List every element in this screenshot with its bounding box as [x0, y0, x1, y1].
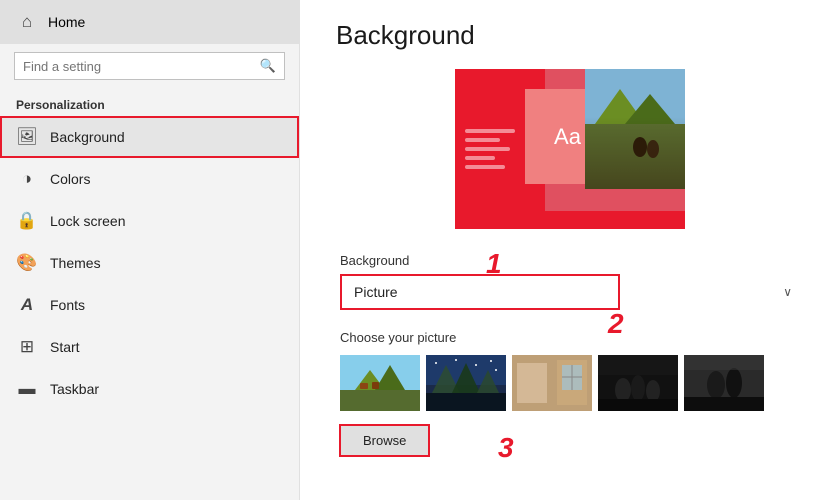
picture-thumb-1[interactable] — [340, 355, 420, 411]
sidebar-item-background-label: Background — [50, 129, 125, 145]
sidebar-home-label: Home — [48, 14, 85, 30]
sidebar-item-colors-label: Colors — [50, 171, 90, 187]
search-input[interactable] — [23, 59, 254, 74]
page-title: Background — [336, 20, 804, 51]
taskbar-icon: ▬ — [16, 379, 38, 399]
monitor-preview: Aa — [455, 69, 685, 229]
sidebar-item-start-label: Start — [50, 339, 80, 355]
dropdown-arrow-icon: ∨ — [783, 285, 792, 299]
preview-photo — [585, 69, 685, 189]
section-label: Personalization — [0, 88, 299, 116]
browse-button[interactable]: Browse — [340, 425, 429, 456]
background-icon: 🖼 — [16, 127, 38, 147]
stripe-5 — [465, 165, 505, 169]
sidebar-item-background[interactable]: 🖼 Background — [0, 116, 299, 158]
sidebar-home-item[interactable]: Home — [0, 0, 299, 44]
stripe-4 — [465, 156, 495, 160]
stripe-1 — [465, 129, 515, 133]
fonts-icon: A — [16, 295, 38, 315]
lockscreen-icon: 🔒 — [16, 211, 38, 231]
background-setting-label: Background — [340, 253, 804, 268]
picture-thumb-3[interactable] — [512, 355, 592, 411]
search-bar: 🔍 — [14, 52, 285, 80]
picture-thumb-2[interactable] — [426, 355, 506, 411]
sidebar-item-themes[interactable]: 🎨 Themes — [0, 242, 299, 284]
background-setting-section: Background Picture Solid color Slideshow… — [340, 253, 804, 310]
sidebar-item-themes-label: Themes — [50, 255, 101, 271]
sidebar-item-fonts-label: Fonts — [50, 297, 85, 313]
preview-area: Aa — [336, 69, 804, 229]
sidebar-item-taskbar-label: Taskbar — [50, 381, 99, 397]
stripe-3 — [465, 147, 510, 151]
picture-thumb-5[interactable] — [684, 355, 764, 411]
main-content: Background Aa — [300, 0, 840, 500]
home-icon — [16, 12, 38, 32]
choose-picture-label: Choose your picture — [340, 330, 804, 345]
picture-thumb-4[interactable] — [598, 355, 678, 411]
background-dropdown-wrapper: Picture Solid color Slideshow ∨ — [340, 274, 804, 310]
preview-aa-text: Aa — [554, 124, 581, 150]
sidebar-item-lockscreen[interactable]: 🔒 Lock screen — [0, 200, 299, 242]
start-icon: ⊞ — [16, 337, 38, 357]
sidebar-item-taskbar[interactable]: ▬ Taskbar — [0, 368, 299, 410]
sidebar-item-colors[interactable]: ◑ Colors — [0, 158, 299, 200]
monitor-inner: Aa — [455, 69, 685, 229]
themes-icon: 🎨 — [16, 253, 38, 273]
choose-picture-section: Choose your picture — [340, 330, 804, 456]
colors-icon: ◑ — [16, 169, 38, 189]
background-dropdown[interactable]: Picture Solid color Slideshow — [340, 274, 620, 310]
sidebar: Home 🔍 Personalization 🖼 Background ◑ Co… — [0, 0, 300, 500]
sidebar-item-lockscreen-label: Lock screen — [50, 213, 125, 229]
picture-grid — [340, 355, 804, 411]
sidebar-item-start[interactable]: ⊞ Start — [0, 326, 299, 368]
sidebar-item-fonts[interactable]: A Fonts — [0, 284, 299, 326]
stripe-2 — [465, 138, 500, 142]
preview-bottom-bar — [455, 211, 685, 229]
search-icon-button[interactable]: 🔍 — [260, 58, 276, 74]
